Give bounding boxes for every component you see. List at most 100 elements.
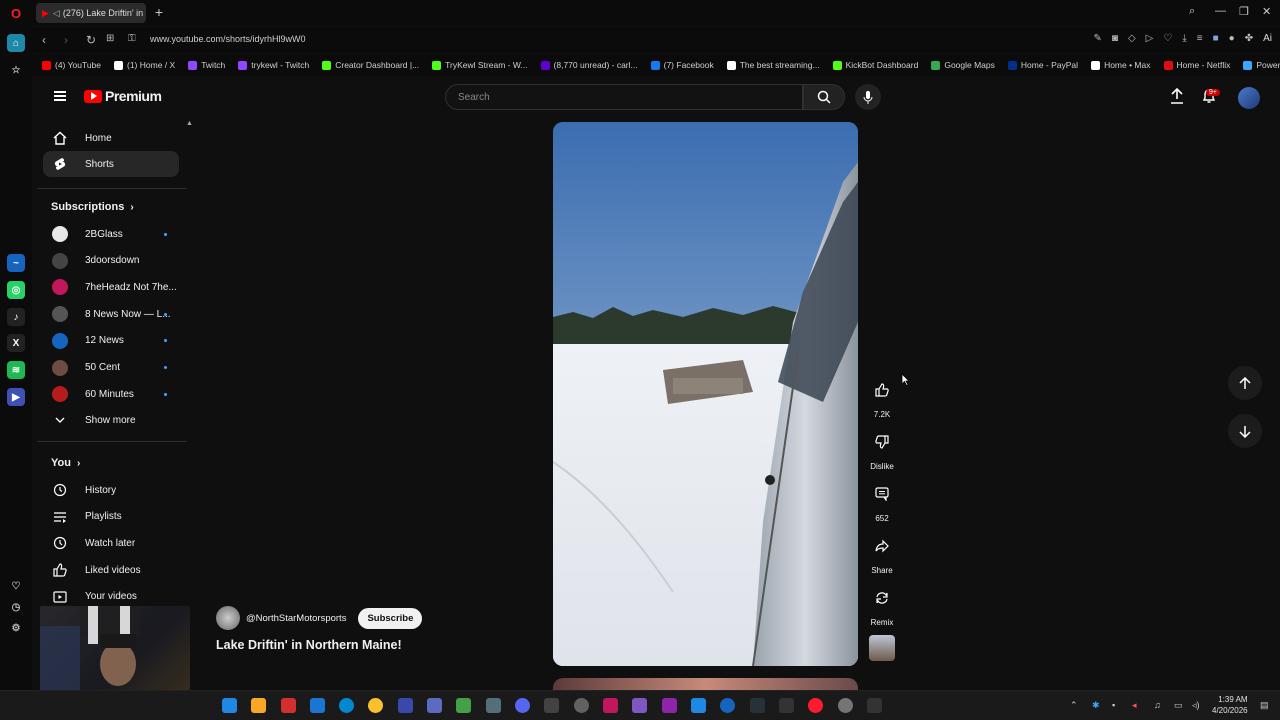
app4-icon[interactable] <box>662 698 677 713</box>
bookmark-item[interactable]: (7) Facebook <box>650 60 714 70</box>
play-icon[interactable]: ▷ <box>1146 33 1154 44</box>
player-icon[interactable]: ▶ <box>7 388 25 406</box>
sidebar-item-playlists[interactable]: Playlists <box>43 504 179 530</box>
channel-avatar[interactable] <box>216 606 240 630</box>
bookmark-item[interactable]: (1) Home / X <box>114 60 175 70</box>
tool-icon[interactable] <box>486 698 501 713</box>
show-more-button[interactable]: Show more <box>43 407 179 433</box>
voice-search-button[interactable] <box>855 84 881 110</box>
settings-icon[interactable]: ⚙ <box>7 619 25 637</box>
bookmark-item[interactable]: Home • Max <box>1091 60 1151 70</box>
copilot-icon[interactable] <box>222 698 237 713</box>
opera-taskbar-icon[interactable] <box>808 698 823 713</box>
shorts-video-player[interactable] <box>553 122 858 666</box>
subscribe-button[interactable]: Subscribe <box>358 607 423 629</box>
game-icon[interactable] <box>456 698 471 713</box>
bluetooth-icon[interactable]: ✱ <box>1092 700 1100 711</box>
menu-hamburger-icon[interactable] <box>54 91 66 101</box>
next-short-button[interactable] <box>1228 414 1262 448</box>
reload-button[interactable]: ↻ <box>86 33 96 47</box>
url-field[interactable]: www.youtube.com/shorts/idyrhHl9wW0 <box>150 34 306 44</box>
edge-icon[interactable] <box>339 698 354 713</box>
discord-icon[interactable] <box>515 698 530 713</box>
download-icon[interactable]: ⤓ <box>1182 33 1186 44</box>
sidebar-subscription-item[interactable]: 50 Cent <box>43 355 179 381</box>
channel-name[interactable]: @NorthStarMotorsports <box>246 613 346 624</box>
store-icon[interactable] <box>310 698 325 713</box>
controller-icon[interactable] <box>632 698 647 713</box>
comments-button[interactable]: 652 <box>866 478 898 523</box>
profile-icon[interactable]: ■ <box>1213 33 1219 44</box>
shield-icon[interactable]: ◇ <box>1128 33 1136 44</box>
bookmark-item[interactable]: Creator Dashboard |... <box>322 60 419 70</box>
camera-icon[interactable]: ◙ <box>1112 33 1118 44</box>
app3-icon[interactable] <box>603 698 618 713</box>
openai-icon[interactable] <box>574 698 589 713</box>
sidebar-subscription-item[interactable]: 7heHeadz Not 7he... <box>43 274 179 300</box>
lock-icon[interactable]: ⚿ <box>128 33 136 44</box>
youtube-logo[interactable]: Premium <box>84 88 162 104</box>
edit-icon[interactable]: ✎ <box>1094 33 1102 44</box>
puzzle-icon[interactable]: ✤ <box>1245 33 1253 44</box>
scroll-up-icon[interactable]: ▲ <box>186 120 193 127</box>
app7-icon[interactable] <box>838 698 853 713</box>
bookmark-item[interactable]: Google Maps <box>931 60 995 70</box>
extension-icon[interactable]: ● <box>1229 33 1235 44</box>
sidebar-item-liked[interactable]: Liked videos <box>43 557 179 583</box>
back-button[interactable]: ‹ <box>42 33 46 47</box>
media-icon[interactable] <box>398 698 413 713</box>
bookmark-item[interactable]: The best streaming... <box>726 60 820 70</box>
x-icon[interactable]: X <box>7 334 25 352</box>
search-input[interactable]: Search <box>445 84 803 110</box>
bookmark-item[interactable]: (8,770 unread) - carl... <box>540 60 638 70</box>
whatsapp-icon[interactable]: ◎ <box>7 281 25 299</box>
forward-button[interactable]: › <box>64 33 68 47</box>
volume-icon[interactable]: ◃) <box>1192 700 1200 711</box>
app2-icon[interactable] <box>544 698 559 713</box>
bookmark-icon[interactable]: ☆ <box>7 61 25 79</box>
maximize-button[interactable]: ❐ <box>1239 5 1249 18</box>
sidebar-subscription-item[interactable]: 2BGlass <box>43 221 179 247</box>
upload-icon[interactable] <box>1170 88 1184 104</box>
menu-icon[interactable]: ≡ <box>1197 33 1203 44</box>
subscriptions-header[interactable]: Subscriptions › <box>51 201 134 213</box>
app6-icon[interactable] <box>720 698 735 713</box>
bookmark-item[interactable]: Powerchat <box>1243 60 1280 70</box>
next-short-preview[interactable] <box>553 678 858 690</box>
tiktok-icon[interactable]: ♪ <box>7 308 25 326</box>
previous-short-button[interactable] <box>1228 366 1262 400</box>
sidebar-item-watch-later[interactable]: Watch later <box>43 530 179 556</box>
spotify-icon[interactable]: ≋ <box>7 361 25 379</box>
sidebar-item-history[interactable]: History <box>43 477 179 503</box>
you-header[interactable]: You › <box>51 457 80 469</box>
app5-icon[interactable] <box>691 698 706 713</box>
sidebar-subscription-item[interactable]: 8 News Now — L... <box>43 301 179 327</box>
dislike-button[interactable]: Dislike <box>866 426 898 471</box>
tray-app2-icon[interactable]: ◂ <box>1132 700 1137 711</box>
video-title[interactable]: Lake Driftin' in Northern Maine! <box>216 638 402 652</box>
search-button[interactable] <box>803 84 845 110</box>
epic-games-icon[interactable] <box>779 698 794 713</box>
app-icon[interactable] <box>281 698 296 713</box>
bookmark-item[interactable]: KickBot Dashboard <box>832 60 918 70</box>
messenger-icon[interactable]: ~ <box>7 254 25 272</box>
bookmark-item[interactable]: (4) YouTube <box>42 60 101 70</box>
bookmark-item[interactable]: trykewl - Twitch <box>238 60 309 70</box>
remix-button[interactable]: Remix <box>866 582 898 627</box>
mic-tray-icon[interactable]: ♫ <box>1154 700 1161 710</box>
epic-games-2-icon[interactable] <box>867 698 882 713</box>
minimize-button[interactable]: — <box>1215 5 1226 17</box>
bookmark-item[interactable]: Twitch <box>188 60 225 70</box>
browser-tab[interactable]: ▶ ◁ (276) Lake Driftin' in N <box>36 3 146 23</box>
new-tab-button[interactable]: + <box>152 5 166 19</box>
bookmark-item[interactable]: Home - PayPal <box>1007 60 1078 70</box>
system-clock[interactable]: 1:39 AM 4/20/2026 <box>1212 694 1248 716</box>
notification-center-icon[interactable]: ▤ <box>1260 700 1269 711</box>
close-window-button[interactable]: ✕ <box>1262 5 1271 18</box>
share-button[interactable]: Share <box>866 530 898 575</box>
tray-chevron-icon[interactable]: ⌃ <box>1070 700 1078 711</box>
sidebar-subscription-item[interactable]: 12 News <box>43 328 179 354</box>
ai-icon[interactable]: Ai <box>1263 33 1272 44</box>
network-icon[interactable]: ▭ <box>1174 700 1183 711</box>
steam-icon[interactable] <box>750 698 765 713</box>
